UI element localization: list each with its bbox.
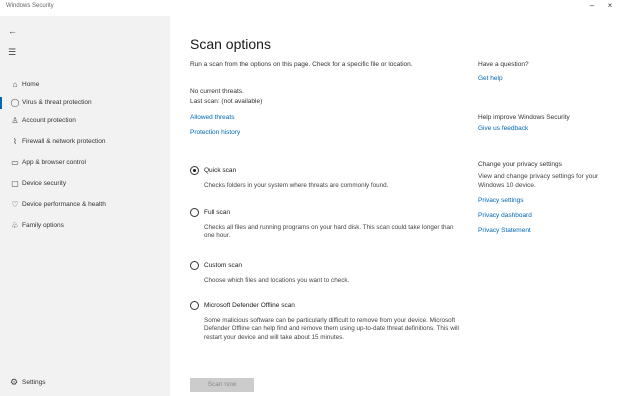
- protection-history-link[interactable]: Protection history: [190, 129, 240, 136]
- privacy-dashboard-link[interactable]: Privacy dashboard: [478, 212, 532, 219]
- sidebar-item-device-security[interactable]: ▢ Device security: [0, 177, 170, 191]
- window-title: Windows Security: [6, 3, 54, 9]
- sidebar-item-label: Virus & threat protection: [22, 99, 92, 106]
- wifi-icon: ⌇: [13, 137, 17, 146]
- quick-scan-radio[interactable]: [190, 166, 199, 175]
- threat-status: No current threats.: [190, 88, 244, 95]
- back-arrow-icon[interactable]: ←: [8, 26, 17, 36]
- sidebar: ← ☰ ⌂ Home ◯ Virus & threat protection ♙…: [0, 16, 170, 396]
- app-window-icon: ▭: [11, 158, 19, 167]
- full-scan-radio[interactable]: [190, 208, 199, 217]
- sidebar-item-family-options[interactable]: ♧ Family options: [0, 219, 170, 233]
- community-heading: Have a question?: [478, 61, 529, 68]
- scan-now-button[interactable]: Scan now: [190, 378, 254, 392]
- sidebar-item-label: Family options: [22, 222, 64, 229]
- give-feedback-link[interactable]: Give us feedback: [478, 125, 528, 132]
- sidebar-item-label: Device performance & health: [22, 201, 106, 208]
- sidebar-item-label: Account protection: [22, 117, 76, 124]
- gear-icon: ⚙: [10, 377, 19, 387]
- option-label: Full scan: [204, 209, 231, 216]
- improve-heading: Help improve Windows Security: [478, 114, 570, 121]
- privacy-statement-link[interactable]: Privacy Statement: [478, 227, 531, 234]
- sidebar-item-app-browser-control[interactable]: ▭ App & browser control: [0, 156, 170, 170]
- page-description: Run a scan from the options on this page…: [190, 61, 413, 68]
- sidebar-item-label: Device security: [22, 180, 67, 187]
- active-indicator: [0, 97, 2, 109]
- person-icon: ♙: [11, 116, 19, 125]
- heart-icon: ♡: [11, 200, 19, 209]
- title-bar: Windows Security – ×: [0, 0, 619, 16]
- custom-scan-radio[interactable]: [190, 261, 199, 270]
- sidebar-item-label: Settings: [22, 379, 46, 386]
- minimize-button[interactable]: –: [585, 1, 599, 10]
- sidebar-item-label: Firewall & network protection: [22, 138, 106, 145]
- laptop-icon: ▢: [11, 179, 19, 188]
- page-title: Scan options: [190, 36, 271, 52]
- hamburger-menu-icon[interactable]: ☰: [8, 47, 16, 57]
- sidebar-item-label: App & browser control: [22, 159, 86, 166]
- option-label: Microsoft Defender Offline scan: [204, 302, 295, 309]
- allowed-threats-link[interactable]: Allowed threats: [190, 114, 234, 121]
- sidebar-item-home[interactable]: ⌂ Home: [0, 78, 170, 92]
- sidebar-item-device-performance[interactable]: ♡ Device performance & health: [0, 198, 170, 212]
- privacy-settings-link[interactable]: Privacy settings: [478, 197, 524, 204]
- sidebar-item-virus-threat-protection[interactable]: ◯ Virus & threat protection: [0, 96, 170, 110]
- option-description: Choose which files and locations you wan…: [204, 277, 350, 284]
- close-button[interactable]: ×: [603, 1, 617, 10]
- home-icon: ⌂: [12, 80, 18, 89]
- privacy-heading: Change your privacy settings: [478, 161, 562, 168]
- last-scan-info: Last scan: (not available): [190, 98, 263, 105]
- option-label: Custom scan: [204, 262, 242, 269]
- option-label: Quick scan: [204, 167, 237, 174]
- option-description: Checks folders in your system where thre…: [204, 182, 389, 189]
- shield-icon: ◯: [10, 98, 20, 107]
- defender-offline-radio[interactable]: [190, 301, 199, 310]
- get-help-link[interactable]: Get help: [478, 75, 503, 82]
- privacy-description: View and change privacy settings for you…: [478, 173, 599, 189]
- option-description: Checks all files and running programs on…: [204, 224, 454, 240]
- option-description: Some malicious software can be particula…: [204, 317, 459, 341]
- family-icon: ♧: [11, 221, 19, 230]
- sidebar-item-firewall[interactable]: ⌇ Firewall & network protection: [0, 135, 170, 149]
- sidebar-item-settings[interactable]: ⚙ Settings: [0, 376, 170, 390]
- sidebar-item-account-protection[interactable]: ♙ Account protection: [0, 114, 170, 128]
- sidebar-item-label: Home: [22, 81, 40, 88]
